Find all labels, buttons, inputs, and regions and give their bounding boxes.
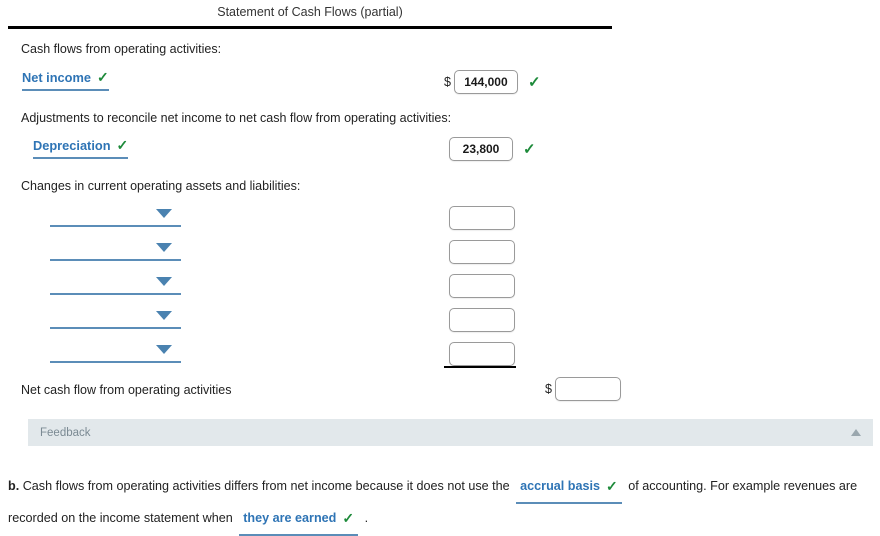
subtotal-rule [444,366,516,368]
net-income-amount-input[interactable]: 144,000 [453,70,518,94]
blank-amount-input-5[interactable] [449,342,515,366]
revenue-recognition-answer-label: they are earned [243,511,337,525]
chevron-down-icon [156,345,172,354]
accrual-basis-answer-label: accrual basis [520,479,600,493]
adjustments-header: Adjustments to reconcile net income to n… [21,111,452,125]
statement-top-rule [8,26,612,29]
check-icon: ✓ [342,510,355,526]
operating-activities-header: Cash flows from operating activities: [21,42,222,56]
blank-account-select-3[interactable] [50,271,181,295]
net-cash-flow-label: Net cash flow from operating activities [21,383,232,397]
blank-account-select-5[interactable] [50,339,181,363]
chevron-down-icon [156,243,172,252]
chevron-down-icon [156,311,172,320]
net-cash-flow-amount-input[interactable] [554,377,621,401]
blank-amount-input-1[interactable] [449,206,515,230]
currency-symbol: $ [545,382,552,396]
blank-account-select-4[interactable] [50,305,181,329]
net-income-label: Net income [22,70,91,85]
check-icon: ✓ [605,478,618,494]
accrual-basis-answer-token[interactable]: accrual basis ✓ [516,472,622,504]
chevron-down-icon [156,209,172,218]
blank-amount-input-2[interactable] [449,240,515,264]
depreciation-amount-input[interactable]: 23,800 [449,137,513,161]
statement-title: Statement of Cash Flows (partial) [217,5,403,19]
blank-account-select-1[interactable] [50,203,181,227]
collapse-triangle-icon[interactable] [851,429,861,436]
blank-amount-input-3[interactable] [449,274,515,298]
check-icon: ✓ [523,141,536,158]
changes-header: Changes in current operating assets and … [21,179,301,193]
feedback-bar[interactable]: Feedback [28,419,873,446]
revenue-recognition-answer-token[interactable]: they are earned ✓ [239,504,359,536]
question-b-text-1: Cash flows from operating activities dif… [22,479,510,493]
question-b-text-3: . [364,511,369,525]
question-b-marker: b. [8,479,20,493]
blank-amount-input-4[interactable] [449,308,515,332]
net-cash-flow-amount-group: $ [545,377,621,401]
net-income-amount-group: $ 144,000 ✓ [444,70,541,94]
blank-account-select-2[interactable] [50,237,181,261]
chevron-down-icon [156,277,172,286]
depreciation-select-token[interactable]: Depreciation ✓ [33,137,129,159]
feedback-label: Feedback [40,426,91,439]
net-income-select-token[interactable]: Net income ✓ [22,69,109,91]
depreciation-label: Depreciation [33,138,111,153]
check-icon: ✓ [116,137,129,153]
question-b-paragraph: b. Cash flows from operating activities … [8,472,874,536]
depreciation-amount-group: 23,800 ✓ [449,137,536,161]
check-icon: ✓ [96,69,109,85]
check-icon: ✓ [527,74,541,91]
currency-symbol: $ [444,75,451,89]
